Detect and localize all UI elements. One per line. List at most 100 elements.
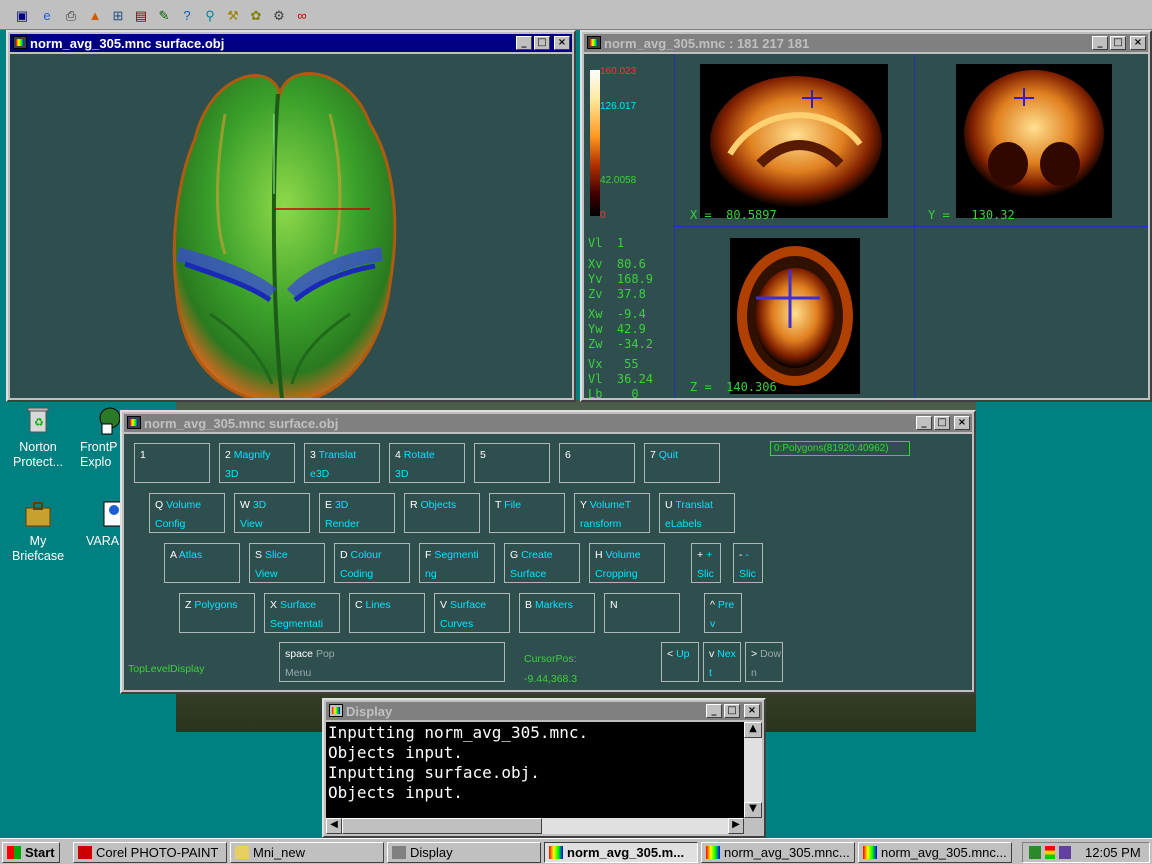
clock[interactable]: 12:05 PM: [1085, 845, 1141, 860]
minimize-button[interactable]: _: [916, 416, 932, 430]
app-icon[interactable]: ▤: [131, 5, 151, 25]
key-button-x[interactable]: X Surface Segmentati: [264, 593, 340, 633]
key-char: D: [340, 549, 348, 561]
sagittal-slice[interactable]: [700, 64, 888, 218]
key-button-w[interactable]: W 3D View: [234, 493, 310, 533]
desktop-icon-norton[interactable]: ♻ Norton Protect...: [0, 404, 76, 470]
key-button-plus[interactable]: + + Slic: [691, 543, 721, 583]
key-button-1[interactable]: 1: [134, 443, 210, 483]
task-norm-avg-1[interactable]: norm_avg_305.m...: [544, 842, 698, 863]
edit-icon[interactable]: ✎: [154, 5, 174, 25]
key-button-space[interactable]: space Pop Menu: [279, 642, 505, 682]
key-button-caret[interactable]: ^ Pre v: [704, 593, 742, 633]
key-char: +: [697, 549, 704, 561]
tool-icon[interactable]: ⚒: [223, 5, 243, 25]
minimize-button[interactable]: _: [706, 704, 722, 718]
key-sublabel: eLabels: [665, 518, 702, 530]
key-button-d[interactable]: D Colour Coding: [334, 543, 410, 583]
key-char: v: [709, 648, 715, 660]
network-tray-icon[interactable]: [1029, 846, 1041, 859]
key-label: Up: [676, 648, 690, 660]
key-button-n[interactable]: N: [604, 593, 680, 633]
task-norm-avg-2[interactable]: norm_avg_305.mnc...: [701, 842, 855, 863]
task-corel[interactable]: Corel PHOTO-PAINT: [73, 842, 227, 863]
desktop-icon-frontpage[interactable]: FrontP Explo: [72, 404, 124, 470]
key-button-6[interactable]: 6: [559, 443, 635, 483]
close-button[interactable]: ×: [554, 36, 570, 50]
key-button-5[interactable]: 5: [474, 443, 550, 483]
close-button[interactable]: ×: [954, 416, 970, 430]
slice-window-titlebar[interactable]: norm_avg_305.mnc : 181 217 181 _ □ ×: [584, 34, 1148, 52]
desktop-icon-briefcase[interactable]: My Briefcase: [0, 498, 76, 564]
key-button-r[interactable]: R Objects: [404, 493, 480, 533]
scroll-left-button[interactable]: ◀: [326, 818, 342, 834]
key-label: Translat: [675, 499, 713, 511]
desktop-icon-vara[interactable]: VARA: [80, 498, 125, 549]
slice-view-area[interactable]: 160.023 126.017 42.0058 0 X = 80.5897 Y …: [584, 54, 1148, 398]
key-button-e[interactable]: E 3D Render: [319, 493, 395, 533]
menu-window-titlebar[interactable]: norm_avg_305.mnc surface.obj _ □ ×: [124, 414, 972, 432]
task-display[interactable]: Display: [387, 842, 541, 863]
key-button-3[interactable]: 3 Translat e3D: [304, 443, 380, 483]
key-button-s[interactable]: S Slice View: [249, 543, 325, 583]
status-light-icon[interactable]: [1045, 846, 1055, 859]
printer-icon[interactable]: ⎙: [61, 5, 81, 25]
start-button[interactable]: Start: [2, 842, 60, 863]
key-button-v[interactable]: V Surface Curves: [434, 593, 510, 633]
help-icon[interactable]: ?: [177, 5, 197, 25]
key-button-c[interactable]: C Lines: [349, 593, 425, 633]
key-button-lt[interactable]: < Up: [661, 642, 699, 682]
key-button-gt[interactable]: > Dow n: [745, 642, 783, 682]
display-icon[interactable]: ▣: [12, 5, 32, 25]
key-button-y[interactable]: Y VolumeT ransform: [574, 493, 650, 533]
horizontal-scrollbar[interactable]: ◀ ▶: [326, 818, 744, 834]
key-button-2[interactable]: 2 Magnify 3D: [219, 443, 295, 483]
axial-slice[interactable]: [730, 238, 860, 394]
key-button-z[interactable]: Z Polygons: [179, 593, 255, 633]
surface-window-titlebar[interactable]: norm_avg_305.mnc surface.obj _ □ ×: [10, 34, 572, 52]
maximize-button[interactable]: □: [534, 36, 550, 50]
vertical-scrollbar[interactable]: ▲ ▼: [744, 722, 762, 818]
chart-icon[interactable]: ⚙: [269, 5, 289, 25]
scroll-up-button[interactable]: ▲: [744, 722, 762, 738]
tray-app-icon[interactable]: [1059, 846, 1071, 859]
network-icon[interactable]: ⊞: [108, 5, 128, 25]
minimize-button[interactable]: _: [516, 36, 532, 50]
surface-render-view[interactable]: [10, 54, 572, 398]
task-mni-new[interactable]: Mni_new: [230, 842, 384, 863]
key-button-v[interactable]: v Nex t: [703, 642, 741, 682]
key-button-g[interactable]: G Create Surface: [504, 543, 580, 583]
matlab-icon[interactable]: ▲: [85, 5, 105, 25]
key-button-q[interactable]: Q Volume Config: [149, 493, 225, 533]
link-icon[interactable]: ∞: [292, 5, 312, 25]
surface-window: norm_avg_305.mnc surface.obj _ □ ×: [6, 30, 576, 402]
key-button-t[interactable]: T File: [489, 493, 565, 533]
x-coordinate-readout: X = 80.5897: [690, 208, 777, 222]
maximize-button[interactable]: □: [1110, 36, 1126, 50]
query-icon[interactable]: ⚲: [200, 5, 220, 25]
task-norm-avg-3[interactable]: norm_avg_305.mnc...: [858, 842, 1012, 863]
console-output[interactable]: Inputting norm_avg_305.mnc. Objects inpu…: [326, 722, 744, 818]
close-button[interactable]: ×: [744, 704, 760, 718]
scroll-thumb[interactable]: [342, 818, 542, 834]
key-button-a[interactable]: A Atlas: [164, 543, 240, 583]
key-button-minus[interactable]: - - Slic: [733, 543, 763, 583]
key-button-b[interactable]: B Markers: [519, 593, 595, 633]
minimize-button[interactable]: _: [1092, 36, 1108, 50]
maximize-button[interactable]: □: [724, 704, 740, 718]
readout-row: Vl 1: [588, 236, 625, 250]
scroll-down-button[interactable]: ▼: [744, 802, 762, 818]
coronal-slice[interactable]: [956, 64, 1112, 218]
key-char: 2: [225, 449, 231, 461]
close-button[interactable]: ×: [1130, 36, 1146, 50]
console-window-titlebar[interactable]: Display _ □ ×: [326, 702, 762, 720]
paint-icon[interactable]: ✿: [246, 5, 266, 25]
scroll-right-button[interactable]: ▶: [728, 818, 744, 834]
key-button-7[interactable]: 7 Quit: [644, 443, 720, 483]
maximize-button[interactable]: □: [934, 416, 950, 430]
ie-icon[interactable]: e: [37, 5, 57, 25]
key-button-h[interactable]: H Volume Cropping: [589, 543, 665, 583]
key-button-u[interactable]: U Translat eLabels: [659, 493, 735, 533]
key-button-f[interactable]: F Segmenti ng: [419, 543, 495, 583]
key-button-4[interactable]: 4 Rotate 3D: [389, 443, 465, 483]
